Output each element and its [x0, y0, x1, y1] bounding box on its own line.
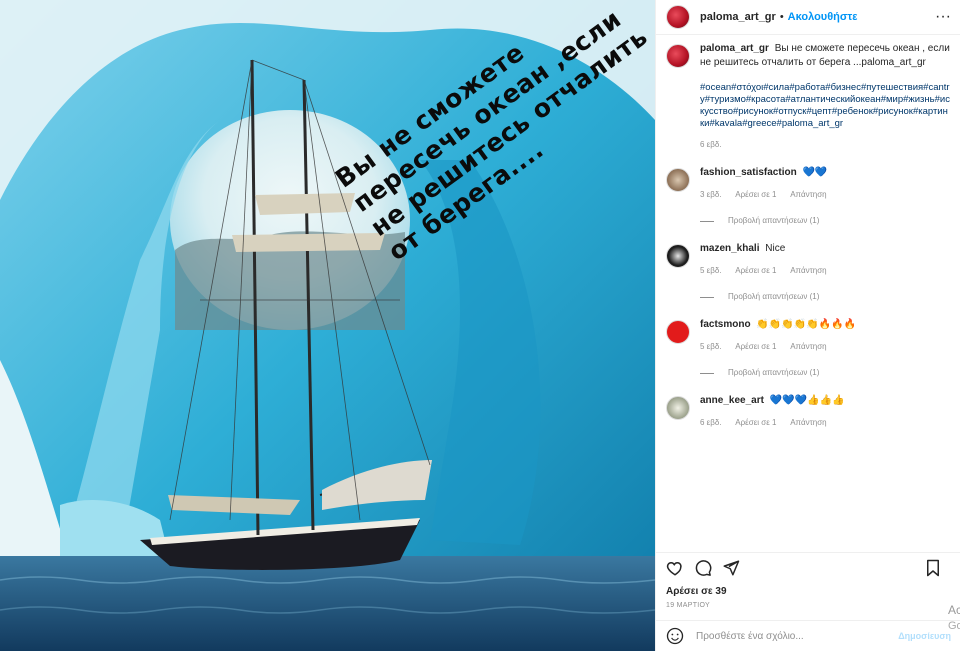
comments-list[interactable]: paloma_art_gr Вы не сможете пересечь оке… — [656, 42, 960, 543]
likes-count[interactable]: Αρέσει σε 39 — [666, 586, 727, 597]
post-image[interactable]: Вы не сможете пересечь океан ,если не ре… — [0, 0, 655, 651]
separator-dot: • — [779, 11, 784, 23]
comment-text: 👏👏👏👏👏🔥🔥🔥 — [756, 319, 856, 330]
comment-item: factsmono 👏👏👏👏👏🔥🔥🔥 5 εβδ. Αρέσει σε 1 Απ… — [656, 318, 960, 380]
comment-time[interactable]: 3 εβδ. — [700, 190, 722, 199]
comment-time[interactable]: 5 εβδ. — [700, 266, 722, 275]
post-date[interactable]: 19 ΜΑΡΤΙΟΥ — [666, 602, 710, 609]
follow-button[interactable]: Ακολουθήστε — [788, 11, 858, 23]
windows-activation-watermark: Ac — [948, 603, 960, 617]
comment-likes[interactable]: Αρέσει σε 1 — [735, 342, 776, 351]
comment-username[interactable]: fashion_satisfaction — [700, 167, 797, 178]
publish-button[interactable]: Δημοσίευση — [898, 631, 951, 641]
comment-username[interactable]: anne_kee_art — [700, 395, 764, 406]
emoji-icon[interactable] — [666, 627, 684, 645]
comment-username[interactable]: mazen_khali — [700, 243, 759, 254]
comment-time[interactable]: 5 εβδ. — [700, 342, 722, 351]
avatar[interactable] — [666, 44, 690, 68]
divider — [700, 372, 714, 374]
comment-time[interactable]: 6 εβδ. — [700, 418, 722, 427]
reply-button[interactable]: Απάντηση — [790, 342, 826, 351]
comment-icon[interactable] — [694, 559, 712, 577]
comment-username[interactable]: factsmono — [700, 319, 751, 330]
reply-button[interactable]: Απάντηση — [790, 190, 826, 199]
comment-item: mazen_khali Nice 5 εβδ. Αρέσει σε 1 Απάν… — [656, 242, 960, 304]
view-replies-label: Προβολή απαντήσεων (1) — [728, 216, 820, 225]
post-header: paloma_art_gr • Ακολουθήστε ··· — [656, 0, 960, 35]
avatar[interactable] — [666, 320, 690, 344]
caption-time[interactable]: 6 εβδ. — [700, 140, 722, 149]
post-actions — [656, 552, 960, 583]
post-sidebar: paloma_art_gr • Ακολουθήστε ··· paloma_a… — [655, 0, 960, 651]
view-replies-button[interactable]: Προβολή απαντήσεων (1) — [700, 366, 951, 380]
heart-icon[interactable] — [666, 559, 684, 577]
more-icon[interactable]: ··· — [935, 8, 951, 26]
comment-text: Nice — [765, 243, 786, 254]
avatar[interactable] — [666, 244, 690, 268]
divider — [700, 296, 714, 298]
avatar[interactable] — [666, 5, 690, 29]
view-replies-label: Προβολή απαντήσεων (1) — [728, 292, 820, 301]
comment-item: anne_kee_art 💙💙💙👍👍👍 6 εβδ. Αρέσει σε 1 Α… — [656, 394, 960, 430]
reply-button[interactable]: Απάντηση — [790, 266, 826, 275]
comment-text: 💙💙 — [802, 167, 828, 178]
comment-text: 💙💙💙👍👍👍 — [769, 395, 845, 406]
comment-input[interactable] — [694, 629, 899, 643]
divider — [700, 220, 714, 222]
view-replies-button[interactable]: Προβολή απαντήσεων (1) — [700, 214, 951, 228]
add-comment-bar: Δημοσίευση — [656, 620, 960, 651]
share-icon[interactable] — [722, 559, 740, 577]
comment-likes[interactable]: Αρέσει σε 1 — [735, 190, 776, 199]
reply-button[interactable]: Απάντηση — [790, 418, 826, 427]
view-replies-label: Προβολή απαντήσεων (1) — [728, 368, 820, 377]
view-replies-button[interactable]: Προβολή απαντήσεων (1) — [700, 290, 951, 304]
caption-username[interactable]: paloma_art_gr — [700, 43, 769, 54]
caption: paloma_art_gr Вы не сможете пересечь оке… — [656, 42, 960, 152]
avatar[interactable] — [666, 396, 690, 420]
bookmark-icon[interactable] — [925, 559, 941, 577]
author-username[interactable]: paloma_art_gr — [700, 11, 776, 23]
comment-likes[interactable]: Αρέσει σε 1 — [735, 266, 776, 275]
caption-hashtags[interactable]: #ocean#στόχοι#сила#работа#бизнес#путешес… — [700, 82, 951, 130]
avatar[interactable] — [666, 168, 690, 192]
comment-item: fashion_satisfaction 💙💙 3 εβδ. Αρέσει σε… — [656, 166, 960, 228]
windows-activation-watermark-sub: Go — [948, 620, 960, 632]
comment-likes[interactable]: Αρέσει σε 1 — [735, 418, 776, 427]
